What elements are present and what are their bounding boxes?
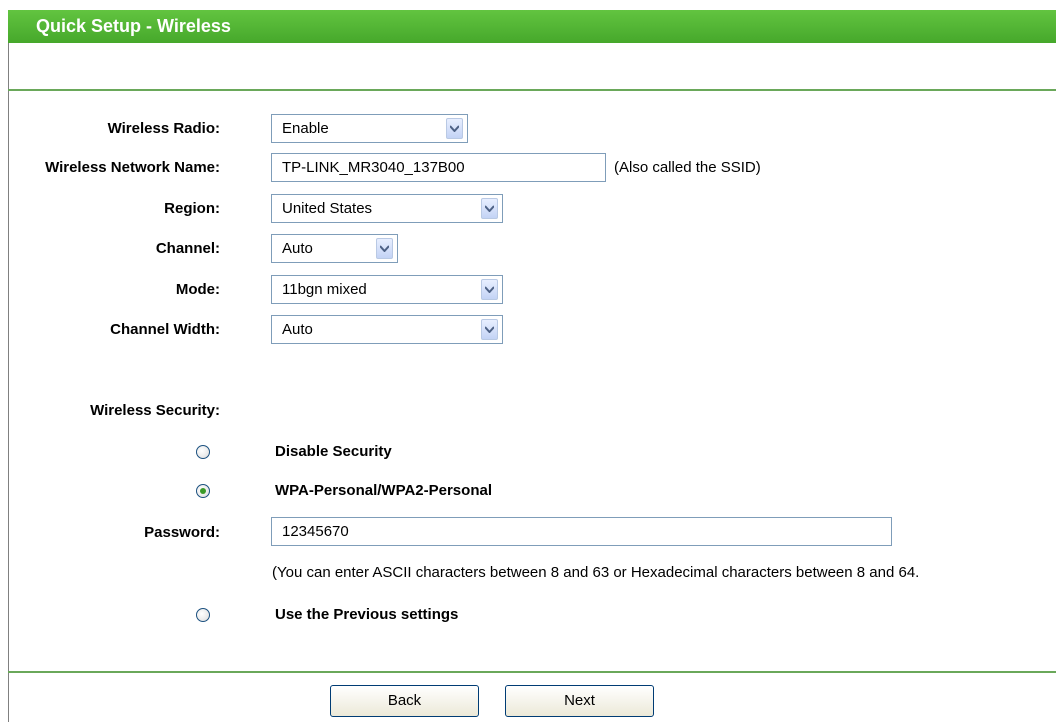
next-button[interactable]: Next	[505, 685, 654, 717]
chevron-down-icon	[481, 279, 498, 300]
ssid-note: (Also called the SSID)	[614, 159, 761, 176]
mode-label: Mode:	[175, 281, 220, 298]
disable-security-radio[interactable]	[196, 445, 210, 459]
chevron-down-icon	[376, 238, 393, 259]
radio-selected-dot	[200, 488, 206, 494]
region-value: United States	[282, 200, 373, 217]
previous-settings-radio[interactable]	[196, 608, 210, 622]
chevron-down-icon	[481, 198, 498, 219]
network-name-input[interactable]: TP-LINK_MR3040_137B00	[271, 153, 606, 182]
password-value: 12345670	[282, 523, 349, 540]
page-title: Quick Setup - Wireless	[36, 16, 231, 36]
network-name-label: Wireless Network Name:	[45, 159, 220, 176]
channel-value: Auto	[282, 240, 313, 257]
channel-label: Channel:	[155, 240, 220, 257]
channel-width-select[interactable]: Auto	[271, 315, 503, 344]
region-label: Region:	[164, 200, 220, 217]
top-divider	[8, 89, 1056, 91]
wireless-radio-label: Wireless Radio:	[107, 120, 220, 137]
mode-value: 11bgn mixed	[282, 281, 367, 298]
network-name-value: TP-LINK_MR3040_137B00	[282, 159, 465, 176]
channel-width-value: Auto	[282, 321, 313, 338]
disable-security-label[interactable]: Disable Security	[275, 443, 392, 460]
header-bar: Quick Setup - Wireless	[0, 0, 1056, 48]
left-border	[8, 43, 9, 722]
channel-width-label: Channel Width:	[110, 321, 220, 338]
password-input[interactable]: 12345670	[271, 517, 892, 546]
back-button[interactable]: Back	[330, 685, 479, 717]
wireless-security-label: Wireless Security:	[90, 402, 220, 419]
region-select[interactable]: United States	[271, 194, 503, 223]
chevron-down-icon	[481, 319, 498, 340]
channel-select[interactable]: Auto	[271, 234, 398, 263]
wpa-personal-label[interactable]: WPA-Personal/WPA2-Personal	[275, 482, 492, 499]
wireless-radio-value: Enable	[282, 120, 329, 137]
mode-select[interactable]: 11bgn mixed	[271, 275, 503, 304]
wpa-personal-radio[interactable]	[196, 484, 210, 498]
quick-setup-wireless-page: Quick Setup - Wireless Wireless Radio: E…	[0, 0, 1056, 722]
bottom-divider	[8, 671, 1056, 673]
wireless-radio-select[interactable]: Enable	[271, 114, 468, 143]
password-label: Password:	[144, 524, 220, 541]
previous-settings-label[interactable]: Use the Previous settings	[275, 606, 458, 623]
password-hint: (You can enter ASCII characters between …	[272, 564, 920, 581]
chevron-down-icon	[446, 118, 463, 139]
